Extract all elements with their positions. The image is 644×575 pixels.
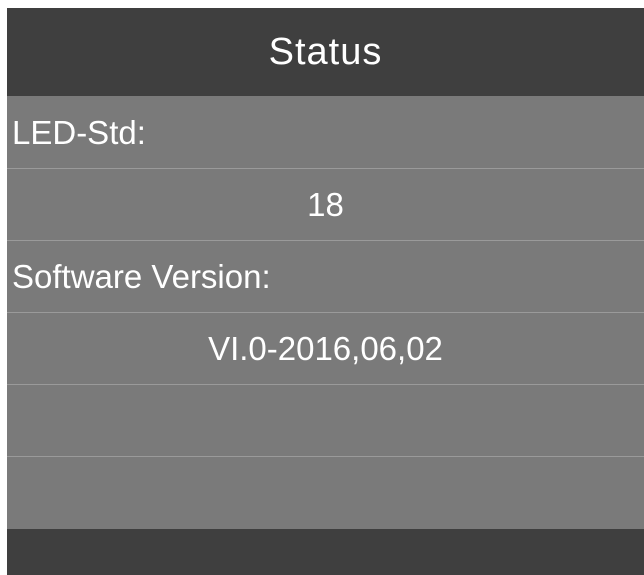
footer-bar bbox=[7, 529, 644, 575]
software-version-value-row: VI.0-2016,06,02 bbox=[7, 312, 644, 384]
led-std-value: 18 bbox=[307, 186, 344, 223]
software-version-value: VI.0-2016,06,02 bbox=[208, 330, 443, 367]
page-title: Status bbox=[268, 31, 383, 73]
led-std-label-row: LED-Std: bbox=[7, 96, 644, 168]
empty-row bbox=[7, 384, 644, 456]
software-version-label: Software Version: bbox=[12, 258, 271, 295]
header-bar: Status bbox=[7, 8, 644, 96]
empty-row bbox=[7, 456, 644, 528]
led-std-label: LED-Std: bbox=[12, 113, 146, 151]
led-std-value-row: 18 bbox=[7, 168, 644, 240]
software-version-label-row: Software Version: bbox=[7, 240, 644, 312]
status-screen: Status LED-Std: 18 Software Version: VI.… bbox=[7, 8, 644, 575]
